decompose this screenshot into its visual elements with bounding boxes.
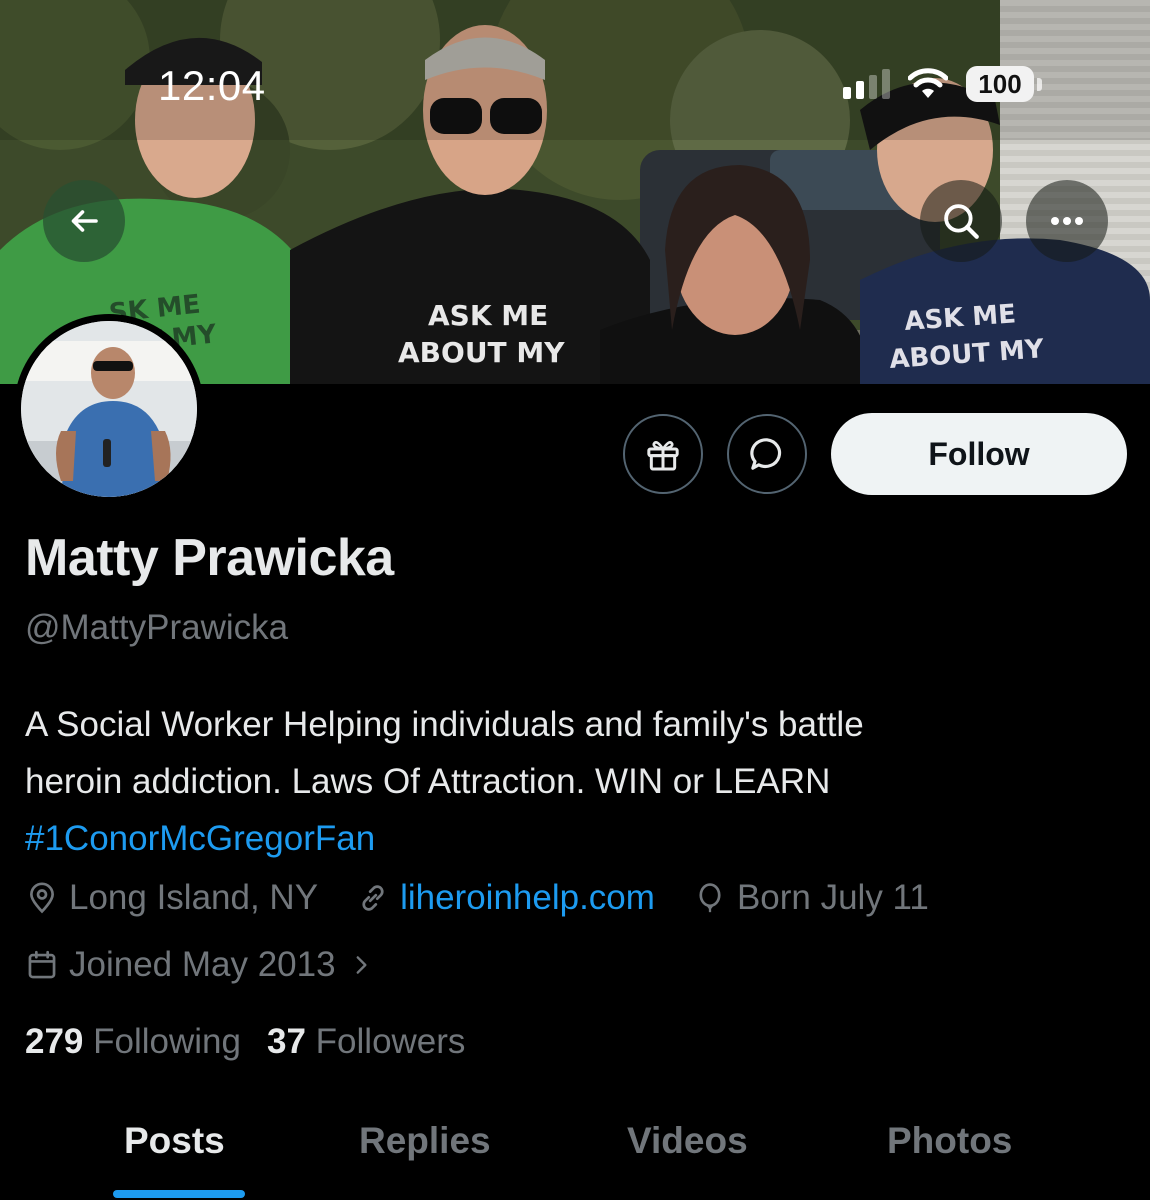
follow-button[interactable]: Follow [831,413,1127,495]
tab-replies[interactable]: Replies [359,1120,491,1162]
back-button[interactable] [43,180,125,262]
status-indicators: 100 [843,66,1042,102]
display-name: Matty Prawicka [25,529,394,587]
avatar-photo [21,321,197,497]
active-tab-indicator [113,1190,245,1198]
bio-line: heroin addiction. Laws Of Attraction. WI… [25,762,831,801]
profile-bio: A Social Worker Helping individuals and … [25,696,1125,867]
tab-posts[interactable]: Posts [124,1120,225,1162]
profile-meta: Long Island, NY liheroinhelp.com Born Ju… [25,878,967,918]
bio-line: A Social Worker Helping individuals and … [25,705,864,744]
birthday-item: Born July 11 [693,878,929,918]
website-link[interactable]: liheroinhelp.com [400,878,655,918]
arrow-left-icon [71,210,98,232]
website-item[interactable]: liheroinhelp.com [356,878,655,918]
following-stat[interactable]: 279 Following [25,1022,241,1062]
message-bubble-icon [750,438,782,470]
search-icon [944,204,979,239]
gift-icon [647,441,679,471]
following-count: 279 [25,1022,84,1061]
svg-text:ASK ME: ASK ME [428,299,548,332]
user-handle: @MattyPrawicka [25,608,289,647]
gift-button[interactable] [623,414,703,494]
message-button[interactable] [727,414,807,494]
battery-icon: 100 [966,66,1042,102]
tab-videos[interactable]: Videos [627,1120,748,1162]
location-text: Long Island, NY [69,878,319,917]
joined-item[interactable]: Joined May 2013 [25,945,384,985]
wifi-icon [908,68,948,98]
followers-count: 37 [267,1022,306,1061]
more-options-button[interactable] [1026,180,1108,262]
location-pin-icon [30,882,54,914]
battery-level: 100 [966,66,1034,102]
more-horizontal-icon [1051,217,1083,225]
link-icon [362,885,384,911]
joined-text: Joined May 2013 [69,945,336,984]
calendar-icon [28,950,56,979]
chevron-right-icon [356,956,367,974]
bio-hashtag-link[interactable]: #1ConorMcGregorFan [25,810,1125,867]
profile-banner[interactable]: SK ME UT MY ASK ME ABOUT MY ASK ME ABOUT… [0,0,1150,384]
balloon-icon [699,883,721,913]
tab-photos[interactable]: Photos [887,1120,1012,1162]
svg-text:ABOUT MY: ABOUT MY [398,336,565,369]
followers-label: Followers [315,1022,466,1061]
search-button[interactable] [920,180,1002,262]
birthday-text: Born July 11 [736,878,929,917]
status-time: 12:04 [158,62,266,109]
profile-tabs: Posts Replies Videos Photos [0,1110,1150,1200]
following-label: Following [93,1022,241,1061]
joined-row[interactable]: Joined May 2013 [25,945,422,985]
cellular-signal-icon [843,69,890,99]
follow-stats: 279 Following 37 Followers [25,1022,491,1062]
location-item: Long Island, NY [25,878,318,918]
profile-avatar[interactable] [14,314,204,504]
followers-stat[interactable]: 37 Followers [267,1022,465,1062]
